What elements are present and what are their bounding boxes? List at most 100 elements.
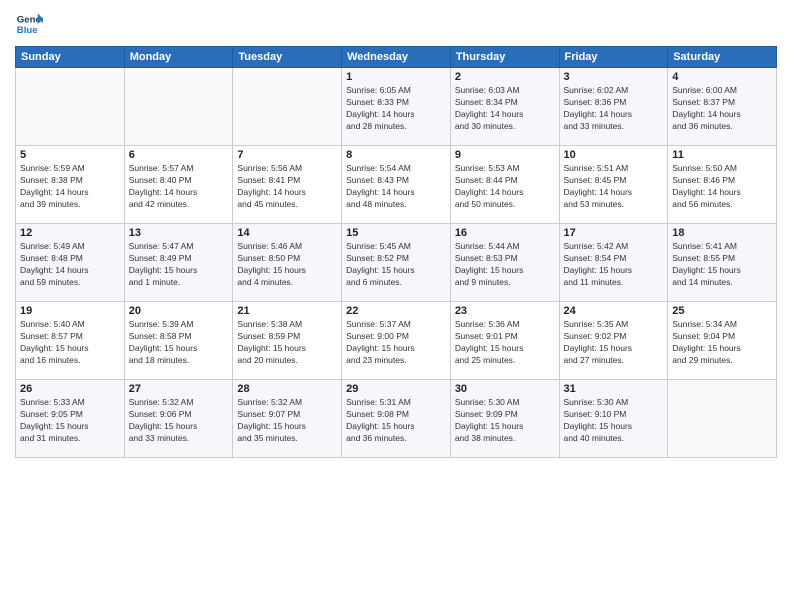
- cell-line-3: and 25 minutes.: [455, 355, 555, 367]
- week-row-4: 19Sunrise: 5:40 AMSunset: 8:57 PMDayligh…: [16, 302, 777, 380]
- cell-line-3: and 33 minutes.: [129, 433, 229, 445]
- cell-line-0: Sunrise: 6:00 AM: [672, 85, 772, 97]
- calendar-cell: 9Sunrise: 5:53 AMSunset: 8:44 PMDaylight…: [450, 146, 559, 224]
- cell-line-2: Daylight: 15 hours: [20, 343, 120, 355]
- cell-line-3: and 36 minutes.: [672, 121, 772, 133]
- day-number: 1: [346, 71, 446, 83]
- cell-line-1: Sunset: 9:01 PM: [455, 331, 555, 343]
- cell-line-0: Sunrise: 5:36 AM: [455, 319, 555, 331]
- cell-line-3: and 29 minutes.: [672, 355, 772, 367]
- cell-line-3: and 38 minutes.: [455, 433, 555, 445]
- day-number: 20: [129, 305, 229, 317]
- calendar-cell: 2Sunrise: 6:03 AMSunset: 8:34 PMDaylight…: [450, 68, 559, 146]
- calendar-table: SundayMondayTuesdayWednesdayThursdayFrid…: [15, 46, 777, 458]
- calendar-cell: 14Sunrise: 5:46 AMSunset: 8:50 PMDayligh…: [233, 224, 342, 302]
- calendar-cell: 31Sunrise: 5:30 AMSunset: 9:10 PMDayligh…: [559, 380, 668, 458]
- cell-line-0: Sunrise: 5:37 AM: [346, 319, 446, 331]
- cell-line-2: Daylight: 15 hours: [237, 343, 337, 355]
- week-row-5: 26Sunrise: 5:33 AMSunset: 9:05 PMDayligh…: [16, 380, 777, 458]
- cell-line-1: Sunset: 9:00 PM: [346, 331, 446, 343]
- cell-line-0: Sunrise: 5:31 AM: [346, 397, 446, 409]
- cell-line-1: Sunset: 8:54 PM: [564, 253, 664, 265]
- cell-line-0: Sunrise: 5:40 AM: [20, 319, 120, 331]
- day-number: 15: [346, 227, 446, 239]
- calendar-cell: 11Sunrise: 5:50 AMSunset: 8:46 PMDayligh…: [668, 146, 777, 224]
- day-number: 17: [564, 227, 664, 239]
- cell-line-0: Sunrise: 5:33 AM: [20, 397, 120, 409]
- cell-line-3: and 50 minutes.: [455, 199, 555, 211]
- weekday-header-sunday: Sunday: [16, 47, 125, 68]
- cell-line-0: Sunrise: 6:03 AM: [455, 85, 555, 97]
- cell-line-2: Daylight: 14 hours: [346, 109, 446, 121]
- cell-line-1: Sunset: 8:45 PM: [564, 175, 664, 187]
- cell-line-2: Daylight: 15 hours: [564, 421, 664, 433]
- cell-line-3: and 56 minutes.: [672, 199, 772, 211]
- cell-line-3: and 16 minutes.: [20, 355, 120, 367]
- day-number: 19: [20, 305, 120, 317]
- day-number: 29: [346, 383, 446, 395]
- cell-line-0: Sunrise: 5:57 AM: [129, 163, 229, 175]
- calendar-cell: 13Sunrise: 5:47 AMSunset: 8:49 PMDayligh…: [124, 224, 233, 302]
- cell-line-1: Sunset: 9:10 PM: [564, 409, 664, 421]
- calendar-cell: 25Sunrise: 5:34 AMSunset: 9:04 PMDayligh…: [668, 302, 777, 380]
- cell-line-1: Sunset: 8:59 PM: [237, 331, 337, 343]
- logo-icon: General Blue: [15, 10, 43, 38]
- cell-line-2: Daylight: 14 hours: [564, 187, 664, 199]
- cell-line-0: Sunrise: 5:41 AM: [672, 241, 772, 253]
- calendar-cell: 16Sunrise: 5:44 AMSunset: 8:53 PMDayligh…: [450, 224, 559, 302]
- day-number: 5: [20, 149, 120, 161]
- cell-line-2: Daylight: 14 hours: [129, 187, 229, 199]
- calendar-cell: [668, 380, 777, 458]
- cell-line-1: Sunset: 8:33 PM: [346, 97, 446, 109]
- day-number: 26: [20, 383, 120, 395]
- day-number: 11: [672, 149, 772, 161]
- cell-line-0: Sunrise: 6:05 AM: [346, 85, 446, 97]
- weekday-header-friday: Friday: [559, 47, 668, 68]
- cell-line-0: Sunrise: 5:45 AM: [346, 241, 446, 253]
- day-number: 6: [129, 149, 229, 161]
- cell-line-2: Daylight: 14 hours: [672, 109, 772, 121]
- day-number: 31: [564, 383, 664, 395]
- cell-line-2: Daylight: 15 hours: [129, 343, 229, 355]
- cell-line-3: and 53 minutes.: [564, 199, 664, 211]
- cell-line-2: Daylight: 14 hours: [672, 187, 772, 199]
- calendar-cell: 28Sunrise: 5:32 AMSunset: 9:07 PMDayligh…: [233, 380, 342, 458]
- cell-line-1: Sunset: 8:53 PM: [455, 253, 555, 265]
- day-number: 13: [129, 227, 229, 239]
- day-number: 9: [455, 149, 555, 161]
- cell-line-0: Sunrise: 5:59 AM: [20, 163, 120, 175]
- cell-line-2: Daylight: 14 hours: [455, 109, 555, 121]
- calendar-cell: 5Sunrise: 5:59 AMSunset: 8:38 PMDaylight…: [16, 146, 125, 224]
- cell-line-0: Sunrise: 5:32 AM: [237, 397, 337, 409]
- day-number: 22: [346, 305, 446, 317]
- cell-line-3: and 6 minutes.: [346, 277, 446, 289]
- header: General Blue: [15, 10, 777, 38]
- calendar-cell: 12Sunrise: 5:49 AMSunset: 8:48 PMDayligh…: [16, 224, 125, 302]
- cell-line-2: Daylight: 15 hours: [672, 265, 772, 277]
- week-row-2: 5Sunrise: 5:59 AMSunset: 8:38 PMDaylight…: [16, 146, 777, 224]
- cell-line-3: and 11 minutes.: [564, 277, 664, 289]
- cell-line-0: Sunrise: 5:49 AM: [20, 241, 120, 253]
- cell-line-2: Daylight: 15 hours: [346, 343, 446, 355]
- cell-line-1: Sunset: 8:41 PM: [237, 175, 337, 187]
- cell-line-1: Sunset: 8:44 PM: [455, 175, 555, 187]
- day-number: 18: [672, 227, 772, 239]
- cell-line-3: and 18 minutes.: [129, 355, 229, 367]
- cell-line-0: Sunrise: 5:35 AM: [564, 319, 664, 331]
- cell-line-2: Daylight: 15 hours: [129, 265, 229, 277]
- cell-line-0: Sunrise: 5:34 AM: [672, 319, 772, 331]
- calendar-cell: 21Sunrise: 5:38 AMSunset: 8:59 PMDayligh…: [233, 302, 342, 380]
- cell-line-2: Daylight: 14 hours: [20, 265, 120, 277]
- cell-line-0: Sunrise: 5:56 AM: [237, 163, 337, 175]
- calendar-cell: 23Sunrise: 5:36 AMSunset: 9:01 PMDayligh…: [450, 302, 559, 380]
- cell-line-0: Sunrise: 5:50 AM: [672, 163, 772, 175]
- cell-line-3: and 42 minutes.: [129, 199, 229, 211]
- cell-line-1: Sunset: 9:09 PM: [455, 409, 555, 421]
- cell-line-0: Sunrise: 6:02 AM: [564, 85, 664, 97]
- calendar-cell: 29Sunrise: 5:31 AMSunset: 9:08 PMDayligh…: [342, 380, 451, 458]
- cell-line-0: Sunrise: 5:38 AM: [237, 319, 337, 331]
- cell-line-2: Daylight: 15 hours: [672, 343, 772, 355]
- weekday-header-row: SundayMondayTuesdayWednesdayThursdayFrid…: [16, 47, 777, 68]
- day-number: 24: [564, 305, 664, 317]
- cell-line-1: Sunset: 8:48 PM: [20, 253, 120, 265]
